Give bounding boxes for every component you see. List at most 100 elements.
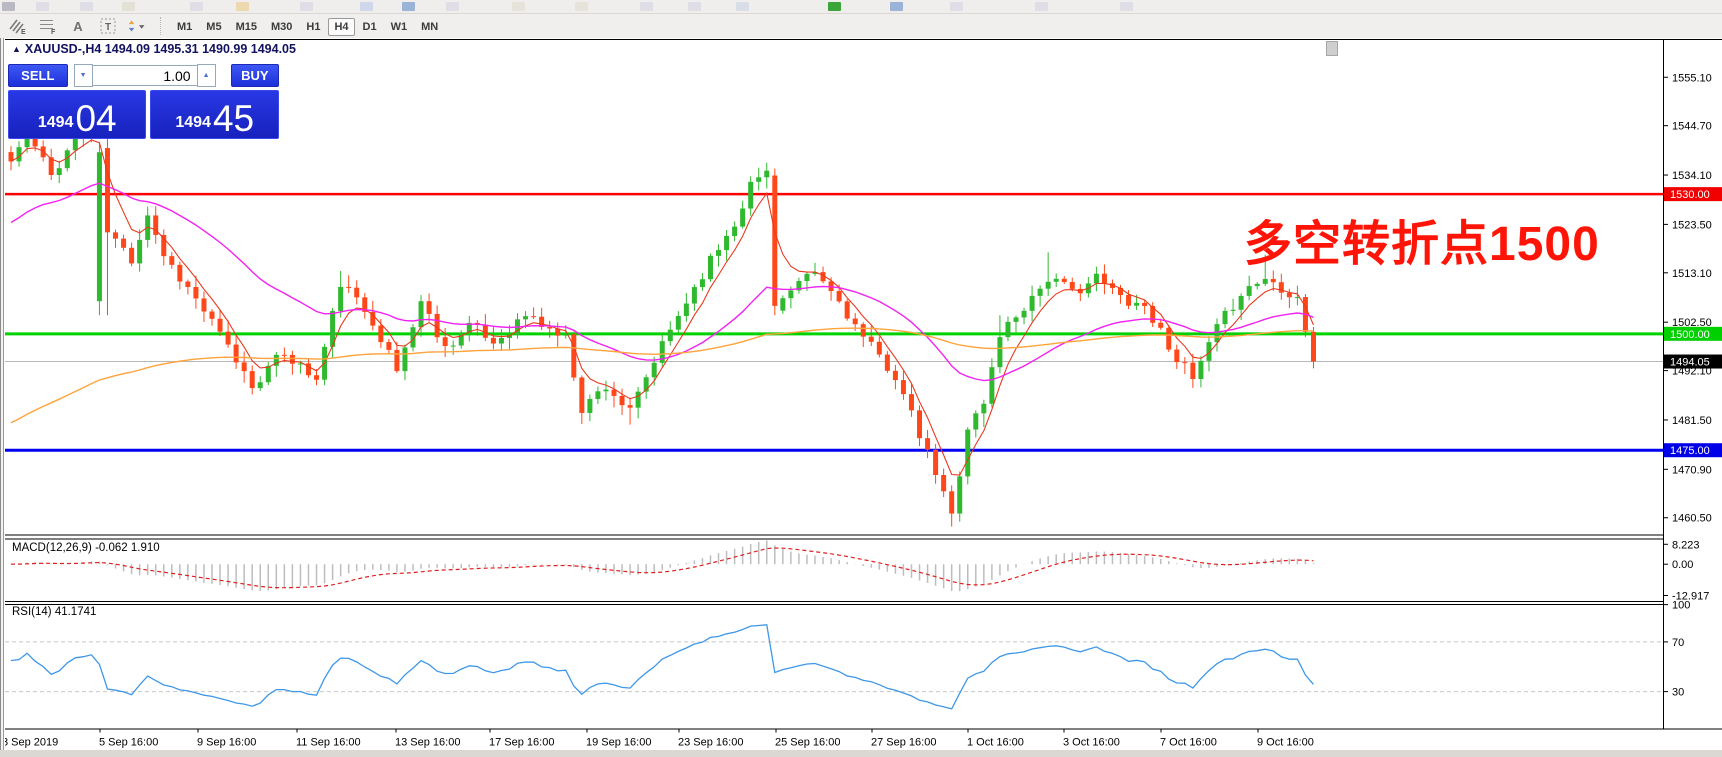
clipped-toolbar-icon <box>1035 2 1048 11</box>
chart-window[interactable]: 1555.101544.701534.101523.501513.101502.… <box>0 38 1722 757</box>
candle-body <box>1190 363 1195 379</box>
x-tick-label: 11 Sep 16:00 <box>296 737 361 749</box>
candle-body <box>547 327 552 329</box>
candle-body <box>105 148 110 232</box>
candle-body <box>804 274 809 281</box>
timeframe-button-MN[interactable]: MN <box>415 18 444 36</box>
timeframe-button-H1[interactable]: H1 <box>300 18 326 36</box>
candle-body <box>965 430 970 477</box>
y-tick-label: 1470.90 <box>1672 464 1712 476</box>
candle-body <box>620 396 625 405</box>
y-tick-label: 1513.10 <box>1672 268 1712 280</box>
candle-body <box>250 371 255 388</box>
timeframe-button-M30[interactable]: M30 <box>265 18 298 36</box>
timeframe-button-W1[interactable]: W1 <box>385 18 414 36</box>
candle-body <box>1142 303 1147 306</box>
candle-body <box>571 334 576 377</box>
buy-button[interactable]: BUY <box>231 64 279 87</box>
sort-arrows-icon[interactable] <box>126 16 150 36</box>
y-tick-label: 1555.10 <box>1672 72 1712 84</box>
candle-body <box>676 316 681 330</box>
candle-body <box>845 301 850 318</box>
bid-price-display[interactable]: 1494 04 <box>8 90 146 139</box>
timeframe-button-M1[interactable]: M1 <box>171 18 198 36</box>
x-tick-label: 9 Sep 16:00 <box>197 737 256 749</box>
candle-body <box>1279 282 1284 292</box>
rsi-tick-label: 70 <box>1672 637 1684 649</box>
x-tick-label: 27 Sep 16:00 <box>871 737 936 749</box>
candle-body <box>226 332 231 345</box>
candle-body <box>957 476 962 513</box>
timeframe-buttons: M1M5M15M30H1H4D1W1MN <box>170 17 445 35</box>
candle-body <box>451 346 456 347</box>
price-badge-label: 1500.00 <box>1670 329 1710 341</box>
clipped-toolbar-icon <box>190 2 203 11</box>
candle-body <box>579 378 584 413</box>
candle-body <box>185 282 190 287</box>
x-tick-label: 17 Sep 16:00 <box>489 737 554 749</box>
volume-down-button[interactable]: ▼ <box>74 64 93 87</box>
candle-body <box>1054 279 1059 282</box>
candle-body <box>210 312 215 319</box>
ask-price-display[interactable]: 1494 45 <box>150 90 279 139</box>
candle-body <box>724 236 729 250</box>
clipped-toolbar-icon <box>688 2 701 11</box>
chart-annotation-text: 多空转折点1500 <box>1244 204 1600 274</box>
candle-body <box>764 171 769 178</box>
clipped-toolbar-icon <box>446 2 459 11</box>
candle-body <box>732 227 737 236</box>
timeframe-button-D1[interactable]: D1 <box>357 18 383 36</box>
candle-body <box>1038 289 1043 296</box>
candle-body <box>756 177 761 182</box>
grid-icon[interactable]: F <box>36 16 60 36</box>
candle-body <box>684 304 689 316</box>
candle-body <box>419 301 424 327</box>
candle-body <box>981 404 986 414</box>
price-badge-label: 1494.05 <box>1670 357 1710 369</box>
volume-input[interactable] <box>93 65 197 86</box>
sell-button[interactable]: SELL <box>8 64 68 87</box>
candle-body <box>925 438 930 450</box>
candle-body <box>668 330 673 342</box>
collapse-triangle-icon[interactable]: ▲ <box>12 44 21 54</box>
x-tick-label: 3 Sep 2019 <box>2 737 58 749</box>
timeframe-button-H4[interactable]: H4 <box>328 18 354 36</box>
clipped-toolbar-icon <box>512 2 525 11</box>
candle-body <box>1255 284 1260 286</box>
candle-body <box>788 290 793 298</box>
indicators-icon[interactable]: E <box>6 16 30 36</box>
candle-body <box>748 182 753 209</box>
volume-up-button[interactable]: ▲ <box>197 64 216 87</box>
ask-fraction: 45 <box>213 102 254 135</box>
text-box-icon[interactable]: T <box>96 16 120 36</box>
candle-body <box>386 342 391 350</box>
volume-spinner: ▼ ▲ <box>74 65 216 86</box>
chart-canvas[interactable]: 1555.101544.701534.101523.501513.101502.… <box>0 38 1722 757</box>
text-label-icon[interactable]: A <box>66 16 90 36</box>
y-tick-label: 1523.50 <box>1672 219 1712 231</box>
x-tick-label: 9 Oct 16:00 <box>1257 737 1314 749</box>
clipped-toolbar-icon <box>575 2 588 11</box>
candle-body <box>346 287 351 288</box>
candle-body <box>282 355 287 356</box>
candle-body <box>443 337 448 346</box>
clipped-toolbar-icon <box>2 2 15 11</box>
candle-body <box>193 287 198 298</box>
mt4-window: E F A T M1M5M15M30H1H4 <box>0 0 1722 757</box>
clipped-toolbar-icon <box>640 2 653 11</box>
candle-body <box>129 248 134 264</box>
clipped-toolbar-icon <box>36 2 49 11</box>
candle-body <box>290 355 295 364</box>
candle-body <box>989 367 994 404</box>
candle-body <box>861 324 866 336</box>
x-tick-label: 1 Oct 16:00 <box>967 737 1024 749</box>
timeframe-button-M15[interactable]: M15 <box>230 18 263 36</box>
scrollbar-thumb[interactable] <box>1326 41 1338 56</box>
window-bottom-edge <box>0 750 1722 757</box>
rsi-indicator-label: RSI(14) 41.1741 <box>12 606 96 618</box>
candle-body <box>137 240 142 263</box>
timeframe-button-M5[interactable]: M5 <box>200 18 227 36</box>
clipped-toolbar-icon <box>236 2 249 11</box>
candle-body <box>1062 279 1067 282</box>
candle-body <box>234 345 239 363</box>
